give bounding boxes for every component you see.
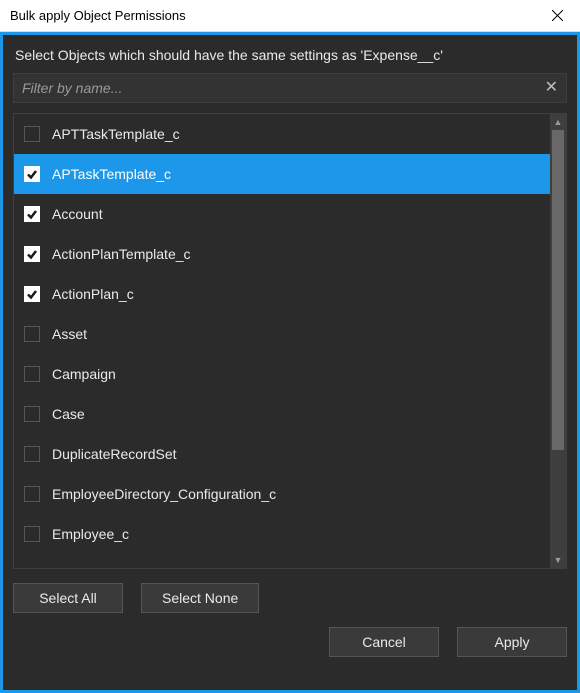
clear-filter-button[interactable]: ✕: [545, 80, 558, 96]
select-all-button[interactable]: Select All: [13, 583, 123, 613]
close-button[interactable]: [535, 0, 580, 32]
list-item[interactable]: DuplicateRecordSet: [14, 434, 550, 474]
scroll-down-arrow-icon[interactable]: ▼: [550, 552, 566, 568]
instruction-text: Select Objects which should have the sam…: [13, 45, 567, 73]
titlebar: Bulk apply Object Permissions: [0, 0, 580, 32]
dialog-body: Select Objects which should have the sam…: [0, 32, 580, 693]
list-item[interactable]: Case: [14, 394, 550, 434]
list-item-label: Account: [52, 206, 103, 222]
list-item-label: Asset: [52, 326, 87, 342]
close-icon: [552, 10, 563, 21]
checkbox[interactable]: [24, 286, 40, 302]
list-item[interactable]: Campaign: [14, 354, 550, 394]
list-item[interactable]: EmployeeDirectory_Configuration_c: [14, 474, 550, 514]
cancel-button[interactable]: Cancel: [329, 627, 439, 657]
list-item[interactable]: Employee_c: [14, 514, 550, 554]
list-item[interactable]: APTTaskTemplate_c: [14, 114, 550, 154]
list-item-label: EmployeeDirectory_Configuration_c: [52, 486, 276, 502]
check-icon: [26, 288, 38, 300]
checkbox[interactable]: [24, 446, 40, 462]
list-item-label: ActionPlan_c: [52, 286, 134, 302]
select-none-button[interactable]: Select None: [141, 583, 259, 613]
list-item[interactable]: ActionPlan_c: [14, 274, 550, 314]
scroll-up-arrow-icon[interactable]: ▲: [550, 114, 566, 130]
filter-input[interactable]: [22, 80, 545, 96]
window-title: Bulk apply Object Permissions: [10, 8, 186, 23]
selection-buttons-row: Select All Select None: [13, 583, 567, 613]
checkbox[interactable]: [24, 126, 40, 142]
list-item-label: Case: [52, 406, 85, 422]
list-item-label: APTTaskTemplate_c: [52, 126, 180, 142]
dialog-window: Bulk apply Object Permissions Select Obj…: [0, 0, 580, 693]
list-item[interactable]: Asset: [14, 314, 550, 354]
scroll-thumb[interactable]: [552, 130, 564, 450]
checkbox[interactable]: [24, 166, 40, 182]
list-item[interactable]: ActionPlanTemplate_c: [14, 234, 550, 274]
checkbox[interactable]: [24, 526, 40, 542]
list-item[interactable]: APTaskTemplate_c: [14, 154, 550, 194]
checkbox[interactable]: [24, 326, 40, 342]
check-icon: [26, 208, 38, 220]
checkbox[interactable]: [24, 246, 40, 262]
filter-container: ✕: [13, 73, 567, 103]
checkbox[interactable]: [24, 206, 40, 222]
object-list: APTTaskTemplate_c APTaskTemplate_c Account…: [13, 113, 567, 569]
list-item-label: Employee_c: [52, 526, 129, 542]
apply-button[interactable]: Apply: [457, 627, 567, 657]
checkbox[interactable]: [24, 486, 40, 502]
list-item-label: APTaskTemplate_c: [52, 166, 171, 182]
check-icon: [26, 248, 38, 260]
checkbox[interactable]: [24, 366, 40, 382]
action-buttons-row: Cancel Apply: [13, 627, 567, 657]
list-item[interactable]: Account: [14, 194, 550, 234]
scrollbar[interactable]: ▲ ▼: [550, 114, 566, 568]
list-item-label: ActionPlanTemplate_c: [52, 246, 191, 262]
list-item-label: Campaign: [52, 366, 116, 382]
checkbox[interactable]: [24, 406, 40, 422]
list-item-label: DuplicateRecordSet: [52, 446, 177, 462]
clear-icon: ✕: [545, 79, 558, 96]
object-list-viewport: APTTaskTemplate_c APTaskTemplate_c Account…: [14, 114, 550, 568]
check-icon: [26, 168, 38, 180]
